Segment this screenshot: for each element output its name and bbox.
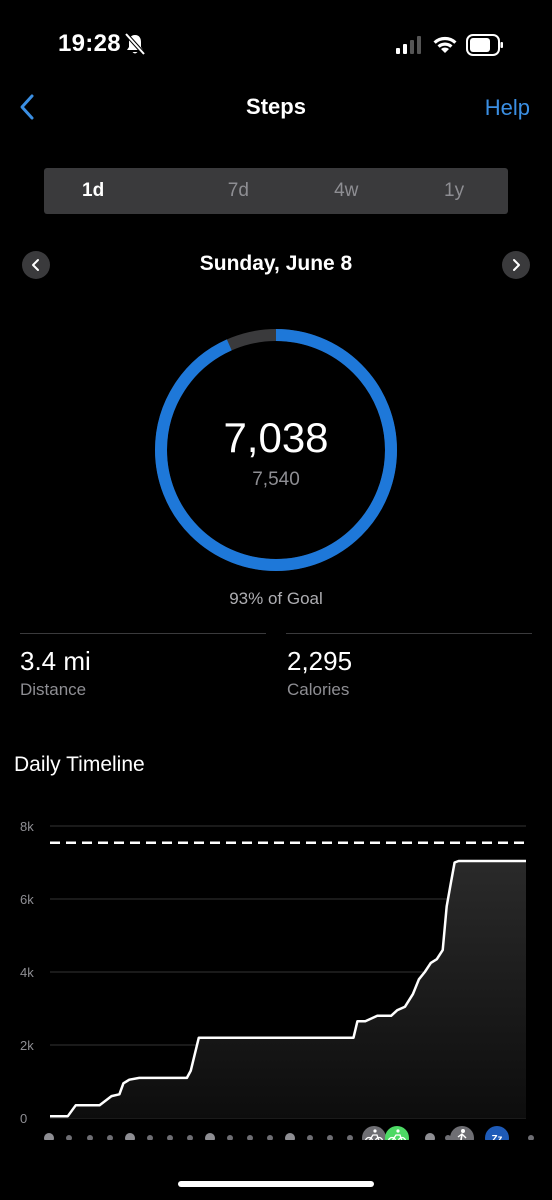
y-tick-label: 8k	[20, 819, 34, 834]
wifi-icon	[433, 36, 457, 53]
cycling-icon[interactable]	[362, 1126, 386, 1140]
timeline-dot	[147, 1135, 153, 1140]
y-tick-label: 0	[20, 1111, 27, 1126]
status-time: 19:28	[58, 30, 121, 57]
timeline-dot	[425, 1133, 435, 1140]
timeline-dot	[267, 1135, 273, 1140]
steps-count: 7,038	[223, 414, 329, 461]
timeline-dot	[285, 1133, 295, 1140]
timeline-dot	[187, 1135, 193, 1140]
timeline-dot	[167, 1135, 173, 1140]
distance-label: Distance	[20, 680, 87, 699]
daily-timeline-title: Daily Timeline	[14, 753, 145, 776]
tab-1d[interactable]: 1d	[44, 168, 184, 214]
y-tick-label: 4k	[20, 965, 34, 980]
sleep-icon[interactable]: Zz	[485, 1126, 509, 1140]
goal-percent: 93% of Goal	[229, 589, 323, 608]
period-tabs: 1d 7d 4w 1y	[44, 168, 508, 214]
timeline-dot	[247, 1135, 253, 1140]
timeline-dot	[87, 1135, 93, 1140]
timeline-dot	[528, 1135, 534, 1140]
steps-goal: 7,540	[252, 469, 300, 490]
daily-timeline-chart: 0 2k 4k 6k 8k Zz	[20, 819, 534, 1140]
bell-muted-icon	[124, 32, 146, 56]
battery-icon	[466, 34, 503, 56]
tab-7d[interactable]: 7d	[184, 168, 292, 214]
tab-4w[interactable]: 4w	[292, 168, 400, 214]
distance-value: 3.4 mi	[20, 646, 91, 676]
timeline-dot	[227, 1135, 233, 1140]
timeline-dot	[107, 1135, 113, 1140]
timeline-dot	[307, 1135, 313, 1140]
chevron-right-icon	[513, 259, 520, 271]
y-tick-label: 2k	[20, 1038, 34, 1053]
timeline-dot	[44, 1133, 54, 1140]
calories-label: Calories	[287, 680, 350, 699]
timeline-dot	[125, 1133, 135, 1140]
home-indicator[interactable]	[178, 1181, 374, 1187]
timeline-dot	[347, 1135, 353, 1140]
y-tick-label: 6k	[20, 892, 34, 907]
cellular-signal-icon	[396, 36, 421, 54]
tab-1y[interactable]: 1y	[400, 168, 508, 214]
walking-icon[interactable]	[450, 1126, 474, 1140]
timeline-dot	[327, 1135, 333, 1140]
svg-text:Zz: Zz	[491, 1134, 502, 1140]
next-day-button[interactable]	[502, 251, 530, 279]
date-label: Sunday, June 8	[199, 252, 353, 275]
divider	[286, 633, 532, 634]
page-title: Steps	[246, 94, 306, 119]
help-button[interactable]: Help	[485, 95, 530, 121]
steps-area	[50, 861, 526, 1118]
cycling-icon[interactable]	[385, 1126, 409, 1140]
timeline-dot	[66, 1135, 72, 1140]
divider	[20, 633, 266, 634]
timeline-dot	[205, 1133, 215, 1140]
calories-value: 2,295	[287, 646, 353, 676]
